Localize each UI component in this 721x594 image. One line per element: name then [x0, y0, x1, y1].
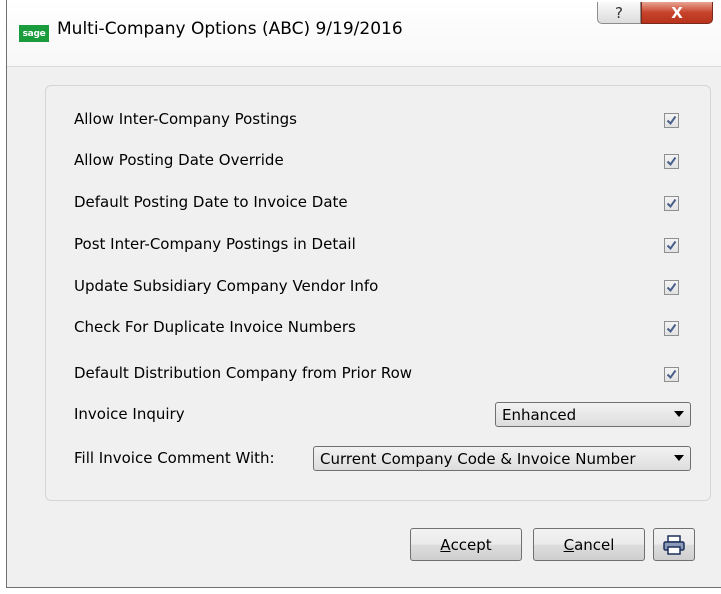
check-icon: [666, 156, 677, 167]
accept-mnemonic: A: [440, 535, 451, 554]
option-label: Post Inter-Company Postings in Detail: [74, 235, 356, 253]
check-icon: [666, 115, 677, 126]
default-posting-date-checkbox[interactable]: [664, 196, 679, 211]
dialog-window: sage Multi-Company Options (ABC) 9/19/20…: [6, 0, 721, 588]
chevron-down-icon: [674, 455, 684, 461]
cancel-mnemonic: C: [563, 535, 575, 554]
cancel-label: ancel: [574, 535, 615, 554]
sage-app-icon: sage: [19, 25, 49, 42]
check-duplicate-invoice-checkbox[interactable]: [664, 321, 679, 336]
check-icon: [666, 282, 677, 293]
invoice-inquiry-label: Invoice Inquiry: [74, 405, 185, 423]
allow-inter-company-postings-checkbox[interactable]: [664, 113, 679, 128]
check-icon: [666, 240, 677, 251]
option-label: Allow Posting Date Override: [74, 151, 284, 169]
help-button[interactable]: ?: [597, 2, 641, 24]
option-label: Default Posting Date to Invoice Date: [74, 193, 348, 211]
allow-posting-date-override-checkbox[interactable]: [664, 154, 679, 169]
option-label: Default Distribution Company from Prior …: [74, 364, 413, 382]
title-bar[interactable]: sage Multi-Company Options (ABC) 9/19/20…: [7, 0, 721, 67]
check-icon: [666, 323, 677, 334]
help-icon: ?: [615, 3, 623, 22]
chevron-down-icon: [674, 411, 684, 417]
fill-comment-label: Fill Invoice Comment With:: [74, 449, 275, 467]
option-label: Update Subsidiary Company Vendor Info: [74, 277, 379, 295]
close-button[interactable]: X: [641, 2, 713, 24]
cancel-button[interactable]: Cancel: [533, 528, 645, 561]
close-icon: X: [671, 3, 683, 22]
option-label: Check For Duplicate Invoice Numbers: [74, 318, 356, 336]
option-label: Allow Inter-Company Postings: [74, 110, 297, 128]
window-title: Multi-Company Options (ABC) 9/19/2016: [57, 19, 403, 39]
default-distribution-company-checkbox[interactable]: [664, 367, 679, 382]
fill-comment-value: Current Company Code & Invoice Number: [320, 450, 636, 468]
print-button[interactable]: [653, 528, 695, 561]
accept-label: ccept: [450, 535, 492, 554]
check-icon: [666, 198, 677, 209]
invoice-inquiry-value: Enhanced: [502, 406, 577, 424]
check-icon: [666, 369, 677, 380]
fill-comment-select[interactable]: Current Company Code & Invoice Number: [313, 446, 691, 471]
accept-button[interactable]: Accept: [410, 528, 522, 561]
printer-icon: [663, 534, 685, 555]
invoice-inquiry-select[interactable]: Enhanced: [495, 402, 691, 427]
update-subsidiary-vendor-checkbox[interactable]: [664, 280, 679, 295]
post-inter-company-detail-checkbox[interactable]: [664, 238, 679, 253]
